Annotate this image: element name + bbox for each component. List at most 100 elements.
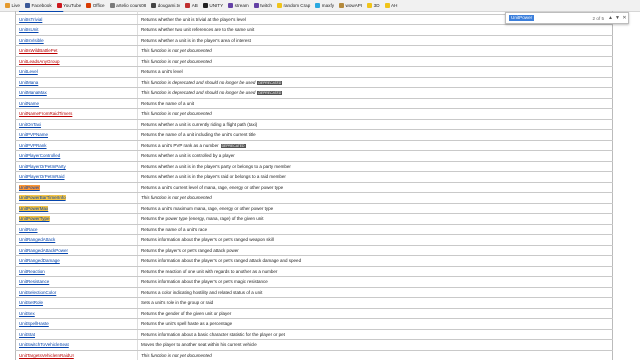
table-row: UnitIsVisible Returns whether a unit is i…: [15, 35, 613, 46]
function-description: Moves the player to another seat within …: [141, 342, 257, 348]
function-link[interactable]: UnitIsTrivial: [19, 17, 42, 22]
function-name-cell: UnitSetRole: [15, 297, 137, 309]
function-link[interactable]: UnitRangedAttack: [19, 237, 55, 242]
table-row: UnitIsWildBattlePet This function is not …: [15, 45, 613, 57]
function-link[interactable]: UnitStat: [19, 332, 35, 337]
function-link[interactable]: UnitPower: [19, 184, 40, 190]
bookmark-item[interactable]: wowAPI: [339, 3, 362, 8]
function-link[interactable]: UnitSetRole: [19, 300, 43, 305]
bookmark-item[interactable]: random Crap: [276, 3, 310, 8]
function-description-cell: Returns whether a unit is in the player'…: [137, 35, 613, 46]
function-link[interactable]: UnitPowerBarTimerInfo: [19, 195, 66, 201]
function-link[interactable]: UnitOnTaxi: [19, 122, 41, 127]
bookmark-favicon-icon: [253, 3, 259, 8]
function-link[interactable]: UnitIsWildBattlePet: [19, 48, 58, 53]
function-link[interactable]: UnitPlayerOrPetInRaid: [19, 174, 65, 179]
function-description: This function is deprecated and should n…: [141, 79, 256, 85]
table-row: UnitRangedAttack Returns information abou…: [15, 234, 613, 246]
function-link[interactable]: UnitRace: [19, 227, 38, 232]
function-link[interactable]: UnitSpellHaste: [19, 321, 49, 326]
function-description: Returns whether a unit is controlled by …: [141, 153, 235, 159]
bookmark-favicon-icon: [228, 3, 234, 8]
function-name-cell: UnitSelectionColor: [15, 287, 137, 298]
function-link[interactable]: UnitSelectionColor: [19, 290, 56, 295]
function-description-cell: This function is deprecated and should n…: [137, 87, 613, 99]
bookmark-item[interactable]: dougami.tv: [151, 3, 180, 8]
table-row: UnitTargetsVehicleInRaidUI This function …: [15, 350, 613, 360]
function-link[interactable]: UnitPVPRank: [19, 143, 47, 148]
table-row: UnitReaction Returns the reaction of one …: [15, 266, 613, 277]
function-name-cell: UnitName: [15, 98, 137, 109]
bookmark-item[interactable]: 3D: [367, 3, 380, 8]
function-description-cell: Returns whether a unit is controlled by …: [137, 150, 613, 162]
find-input[interactable]: UnitPower: [509, 15, 535, 21]
function-link[interactable]: UnitSwitchToVehicleSeat: [19, 342, 69, 347]
deprecated-badge: DEPRECATED: [257, 91, 283, 96]
function-link[interactable]: UnitReaction: [19, 269, 45, 274]
function-description: This function is not yet documented: [141, 352, 212, 358]
function-link[interactable]: UnitRangedAttackPower: [19, 248, 68, 253]
function-description-cell: Returns information about a basic charac…: [137, 329, 613, 340]
find-prev-icon[interactable]: ▲: [607, 15, 614, 21]
bookmark-favicon-icon: [109, 3, 115, 8]
table-row: UnitRace Returns the name of a unit's rac…: [15, 224, 613, 235]
bookmark-item[interactable]: AB: [185, 3, 198, 8]
function-link[interactable]: UnitLeadsAnyGroup: [19, 59, 60, 64]
table-row: UnitPlayerControlled Returns whether a un…: [15, 150, 613, 162]
function-link[interactable]: UnitNameFromRaidTimers: [19, 111, 72, 116]
function-link[interactable]: UnitMana: [19, 80, 38, 85]
table-row: UnitPowerType Returns the power type (ene…: [15, 213, 613, 225]
bookmark-item[interactable]: twitch: [253, 3, 272, 8]
function-description-cell: Returns whether a unit is in the player'…: [137, 161, 613, 172]
bookmark-item[interactable]: maxfy: [315, 3, 334, 8]
find-close-icon[interactable]: ✕: [621, 15, 628, 21]
table-row: UnitPlayerOrPetInRaid Returns whether a u…: [15, 171, 613, 183]
bookmark-favicon-icon: [56, 3, 62, 8]
function-name-cell: UnitPVPName: [15, 129, 137, 141]
function-description-cell: This function is not yet documented: [137, 56, 613, 67]
function-name-cell: UnitPowerMax: [15, 203, 137, 214]
bookmark-item[interactable]: Facebook: [24, 3, 52, 8]
function-description-cell: Returns the power type (energy, mana, ra…: [137, 213, 613, 225]
function-link[interactable]: UnitManaMax: [19, 90, 47, 95]
bookmark-item[interactable]: UNITY: [202, 3, 223, 8]
bookmark-favicon-icon: [202, 3, 208, 8]
function-link[interactable]: UnitPowerType: [19, 216, 50, 222]
function-description: This function is not yet documented: [141, 195, 212, 201]
function-link[interactable]: UnitIsUnit: [19, 27, 39, 32]
function-link[interactable]: UnitRangedDamage: [19, 258, 60, 263]
bookmark-item[interactable]: artelio cours08: [109, 3, 147, 8]
function-description-cell: Returns the reaction of one unit with re…: [137, 266, 613, 277]
function-name-cell: UnitRangedAttack: [15, 234, 137, 246]
table-row: UnitSetRole Sets a unit's role in the gro…: [15, 297, 613, 309]
function-link[interactable]: UnitPowerMax: [19, 205, 49, 211]
function-name-cell: UnitMana: [15, 77, 137, 88]
bookmark-item[interactable]: Live: [5, 3, 20, 8]
function-description: Returns the reaction of one unit with re…: [141, 268, 278, 274]
bookmark-label: YouTube: [63, 3, 82, 8]
function-link[interactable]: UnitName: [19, 101, 39, 106]
find-next-icon[interactable]: ▼: [614, 15, 621, 21]
function-link[interactable]: UnitPVPName: [19, 132, 48, 137]
bookmark-item[interactable]: AH: [384, 3, 398, 8]
table-row: UnitRangedDamage Returns information abou…: [15, 255, 613, 267]
bookmark-item[interactable]: Office: [86, 3, 105, 8]
function-link[interactable]: UnitLevel: [19, 69, 38, 74]
function-link[interactable]: UnitIsVisible: [19, 38, 44, 43]
function-link[interactable]: UnitTargetsVehicleInRaidUI: [19, 353, 74, 358]
bookmark-label: stream: [234, 3, 249, 8]
function-link[interactable]: UnitPlayerControlled: [19, 153, 60, 158]
function-description-cell: This function is not yet documented: [137, 45, 613, 57]
bookmark-item[interactable]: YouTube: [56, 3, 82, 8]
bookmark-label: AH: [391, 3, 398, 8]
function-link[interactable]: UnitResistance: [19, 279, 49, 284]
bookmark-favicon-icon: [315, 3, 321, 8]
function-link[interactable]: UnitPlayerOrPetInParty: [19, 164, 66, 169]
find-bar: UnitPower 2 of 5 ▲ ▼ ✕: [505, 12, 629, 24]
function-link[interactable]: UnitSex: [19, 311, 35, 316]
bookmark-label: artelio cours08: [116, 3, 147, 8]
bookmark-item[interactable]: stream: [228, 3, 249, 8]
bookmark-favicon-icon: [339, 3, 345, 8]
function-name-cell: UnitNameFromRaidTimers: [15, 108, 137, 120]
function-description-cell: Returns information about the player's o…: [137, 255, 613, 267]
